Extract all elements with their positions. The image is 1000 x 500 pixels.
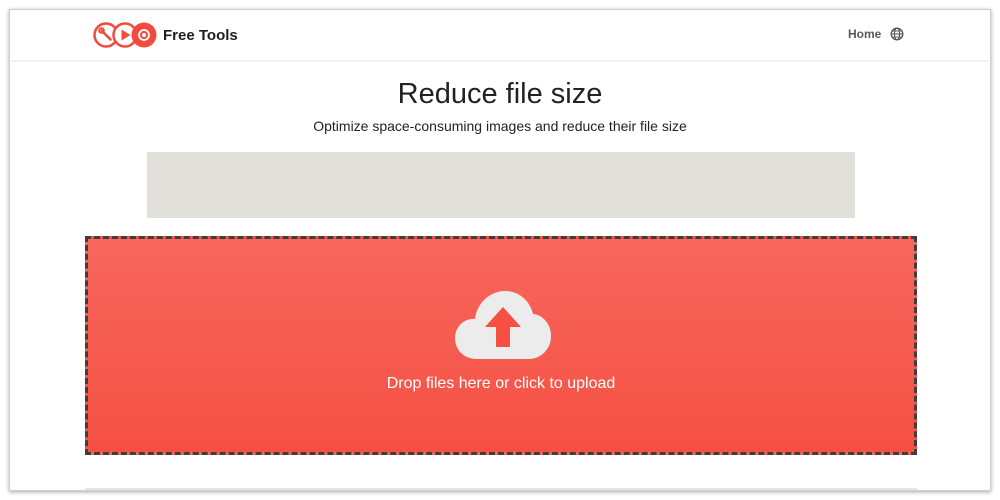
page-subtitle: Optimize space-consuming images and redu… (313, 118, 687, 134)
divider (85, 488, 917, 490)
ad-placeholder (147, 152, 855, 218)
brand-logo-icon (93, 22, 157, 48)
page-title: Reduce file size (397, 78, 603, 110)
upload-instruction: Drop files here or click to upload (386, 375, 616, 392)
globe-icon[interactable] (890, 27, 904, 41)
cloud-upload-icon (455, 291, 551, 359)
upload-dropzone[interactable]: Drop files here or click to upload (85, 236, 917, 455)
nav-home-link[interactable]: Home (848, 27, 881, 41)
brand-link[interactable]: Free Tools (93, 20, 238, 50)
browser-page: Free Tools Home Reduce file size Optimiz… (9, 9, 991, 491)
top-navbar: Free Tools Home (10, 10, 990, 62)
brand-name: Free Tools (163, 26, 238, 44)
record-icon (131, 22, 157, 48)
